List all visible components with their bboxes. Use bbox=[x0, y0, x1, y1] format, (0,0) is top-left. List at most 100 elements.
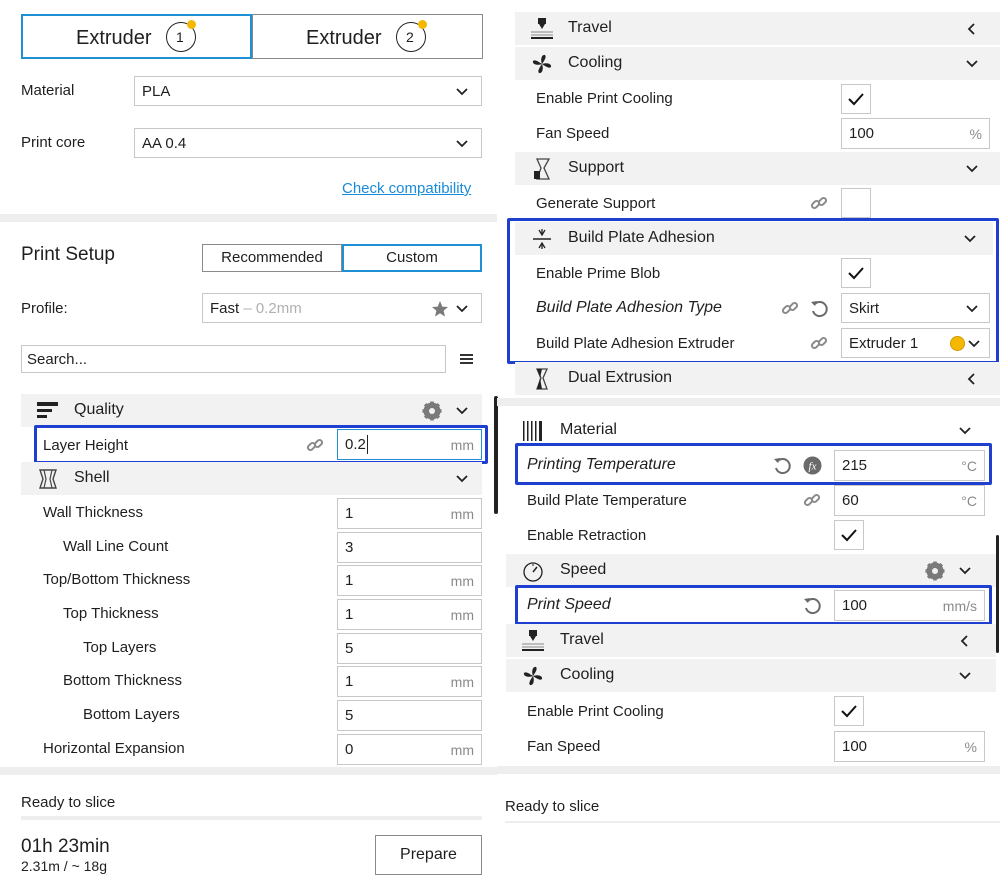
enable-prime-blob-label: Enable Prime Blob bbox=[536, 265, 661, 282]
extruder-color-dot bbox=[418, 20, 427, 29]
adhesion-extruder-label: Build Plate Adhesion Extruder bbox=[536, 335, 735, 352]
speed-section-header[interactable]: Speed bbox=[506, 554, 996, 587]
fan-icon bbox=[523, 666, 543, 686]
print-core-select[interactable]: AA 0.4 bbox=[134, 128, 482, 158]
speed-icon bbox=[523, 562, 543, 582]
print-speed-input[interactable]: 100 mm/s bbox=[834, 590, 985, 621]
fan-speed-label: Fan Speed bbox=[536, 125, 610, 142]
scrollbar[interactable] bbox=[494, 396, 498, 514]
layer-height-label: Layer Height bbox=[43, 437, 129, 454]
support-section-header[interactable]: Support bbox=[515, 152, 1000, 185]
quality-icon bbox=[37, 402, 58, 418]
link-icon[interactable] bbox=[803, 491, 821, 509]
custom-mode-button[interactable]: Custom bbox=[342, 244, 482, 272]
chevron-down-icon bbox=[966, 60, 978, 68]
build-plate-temperature-input[interactable]: 60 °C bbox=[834, 485, 985, 516]
link-icon[interactable] bbox=[810, 334, 828, 352]
print-time: 01h 23min bbox=[21, 836, 110, 857]
top-layers-label: Top Layers bbox=[83, 639, 157, 656]
enable-print-cooling-checkbox[interactable] bbox=[841, 84, 871, 114]
fan-speed-label: Fan Speed bbox=[527, 738, 601, 755]
chevron-left-icon bbox=[960, 635, 968, 647]
build-plate-adhesion-section-header[interactable]: Build Plate Adhesion bbox=[515, 222, 993, 255]
profile-layer: – 0.2mm bbox=[239, 300, 302, 317]
fan-icon bbox=[532, 54, 552, 74]
checkmark-icon bbox=[841, 705, 857, 718]
extruder-tab-2[interactable]: Extruder 2 bbox=[252, 14, 483, 59]
chevron-down-icon bbox=[966, 165, 978, 173]
profile-select[interactable]: Fast – 0.2mm bbox=[202, 293, 482, 323]
chevron-down-icon bbox=[966, 305, 978, 313]
generate-support-checkbox[interactable] bbox=[841, 188, 871, 218]
layer-height-input[interactable]: 0.2 mm bbox=[337, 429, 482, 460]
support-icon bbox=[534, 158, 551, 180]
travel-section-header[interactable]: Travel bbox=[515, 12, 1000, 45]
slice-status: Ready to slice bbox=[21, 794, 116, 811]
enable-prime-blob-checkbox[interactable] bbox=[841, 258, 871, 288]
quality-section-header[interactable]: Quality bbox=[21, 394, 482, 427]
chevron-left-icon bbox=[967, 373, 975, 385]
reset-icon[interactable] bbox=[803, 596, 822, 615]
fan-speed-input[interactable]: 100% bbox=[841, 118, 990, 149]
travel-icon bbox=[522, 630, 544, 651]
divider bbox=[0, 767, 497, 775]
bottom-layers-input[interactable]: 5 bbox=[337, 700, 482, 731]
bottom-thickness-input[interactable]: 1 mm bbox=[337, 666, 482, 697]
star-icon[interactable] bbox=[431, 300, 449, 318]
chevron-down-icon bbox=[964, 235, 976, 243]
printing-temperature-input[interactable]: 215 °C bbox=[834, 450, 985, 481]
gear-icon[interactable] bbox=[925, 561, 945, 581]
divider bbox=[21, 816, 482, 820]
dual-extrusion-section-header[interactable]: Dual Extrusion bbox=[515, 362, 1000, 395]
checkmark-icon bbox=[848, 93, 864, 106]
adhesion-type-select[interactable]: Skirt bbox=[841, 293, 990, 323]
chevron-down-icon bbox=[456, 475, 468, 483]
link-icon[interactable] bbox=[781, 299, 799, 317]
extruder-tab-label: Extruder bbox=[306, 27, 382, 49]
reset-icon[interactable] bbox=[810, 299, 829, 318]
build-plate-temperature-label: Build Plate Temperature bbox=[527, 492, 687, 509]
cooling-section-header[interactable]: Cooling bbox=[515, 47, 1000, 80]
chevron-down-icon bbox=[456, 88, 468, 96]
chevron-left-icon bbox=[967, 23, 975, 35]
travel-section-header[interactable]: Travel bbox=[506, 624, 996, 657]
function-icon[interactable]: fx bbox=[803, 456, 822, 475]
enable-retraction-checkbox[interactable] bbox=[834, 520, 864, 550]
recommended-mode-button[interactable]: Recommended bbox=[202, 244, 342, 272]
gear-icon[interactable] bbox=[422, 401, 442, 421]
chevron-down-icon bbox=[456, 407, 468, 415]
reset-icon[interactable] bbox=[773, 456, 792, 475]
material-select[interactable]: PLA bbox=[134, 76, 482, 106]
menu-icon[interactable] bbox=[460, 353, 473, 365]
horizontal-expansion-input[interactable]: 0 mm bbox=[337, 734, 482, 765]
fan-speed-input[interactable]: 100% bbox=[834, 731, 985, 762]
scrollbar[interactable] bbox=[996, 535, 999, 653]
top-thickness-input[interactable]: 1 mm bbox=[337, 599, 482, 630]
link-icon[interactable] bbox=[306, 436, 324, 454]
generate-support-label: Generate Support bbox=[536, 195, 656, 212]
svg-text:fx: fx bbox=[809, 461, 817, 473]
chevron-down-icon bbox=[959, 567, 971, 575]
top-layers-input[interactable]: 5 bbox=[337, 633, 482, 664]
search-placeholder: Search... bbox=[27, 351, 88, 368]
wall-thickness-input[interactable]: 1 mm bbox=[337, 498, 482, 529]
search-input[interactable]: Search... bbox=[21, 345, 446, 373]
adhesion-icon bbox=[533, 229, 551, 249]
enable-print-cooling-checkbox[interactable] bbox=[834, 696, 864, 726]
top-bottom-thickness-input[interactable]: 1 mm bbox=[337, 565, 482, 596]
shell-section-header[interactable]: Shell bbox=[21, 462, 482, 495]
cooling-section-header[interactable]: Cooling bbox=[506, 659, 996, 692]
wall-line-count-input[interactable]: 3 bbox=[337, 532, 482, 563]
adhesion-type-label: Build Plate Adhesion Type bbox=[536, 299, 722, 316]
extruder-tab-1[interactable]: Extruder 1 bbox=[21, 14, 252, 59]
shell-icon bbox=[39, 469, 57, 489]
prepare-button[interactable]: Prepare bbox=[375, 835, 482, 875]
material-icon bbox=[523, 421, 542, 441]
adhesion-extruder-select[interactable]: Extruder 1 bbox=[841, 328, 990, 358]
link-icon[interactable] bbox=[810, 194, 828, 212]
chevron-down-icon bbox=[456, 140, 468, 148]
material-usage: 2.31m / ~ 18g bbox=[21, 858, 108, 874]
divider bbox=[505, 821, 1000, 823]
check-compatibility-link[interactable]: Check compatibility bbox=[342, 180, 471, 197]
enable-print-cooling-label: Enable Print Cooling bbox=[527, 703, 664, 720]
